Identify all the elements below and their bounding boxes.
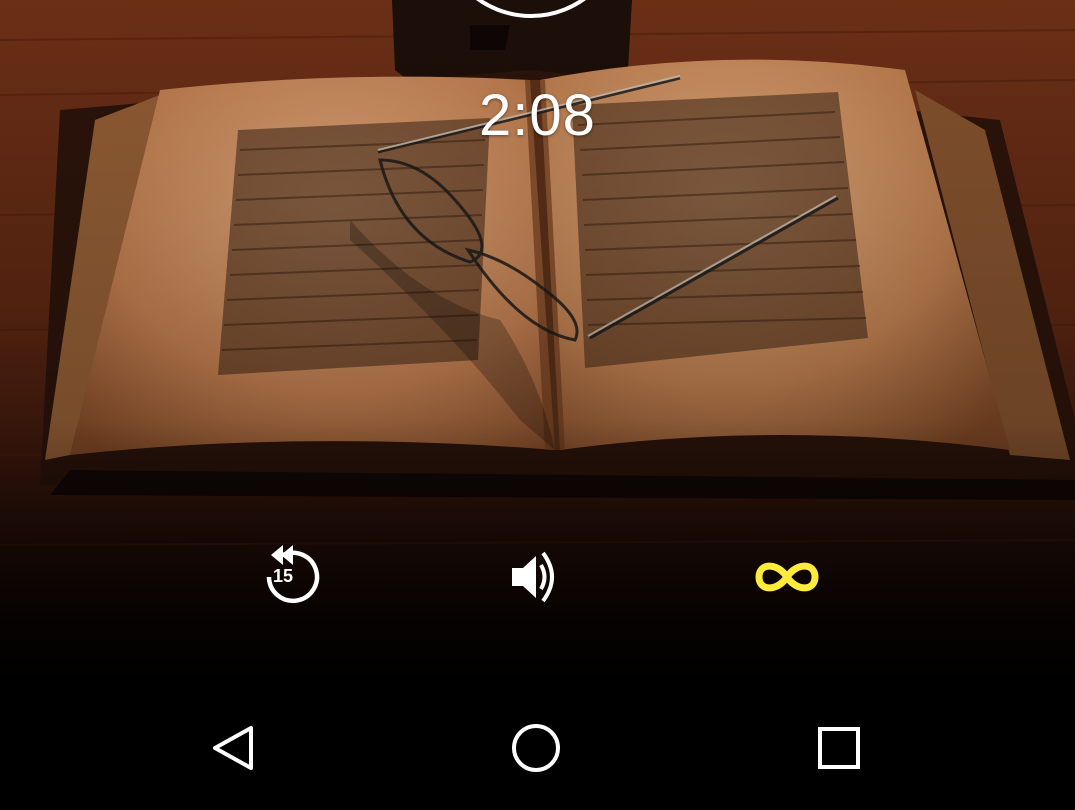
replay-seconds-label: 15 — [272, 566, 294, 586]
audio-player-screen: 2:08 15 — [0, 0, 1075, 810]
system-navigation-bar — [0, 680, 1075, 810]
volume-icon — [512, 551, 554, 603]
loop-toggle-button[interactable] — [747, 537, 827, 617]
home-circle-icon — [512, 724, 560, 772]
infinity-loop-icon — [755, 562, 819, 592]
nav-home-button[interactable] — [496, 708, 576, 788]
back-triangle-icon — [213, 726, 253, 770]
recents-square-icon — [818, 727, 860, 769]
playback-timer: 2:08 — [479, 83, 596, 148]
replay-15-seconds-button[interactable]: 15 — [243, 537, 323, 617]
nav-recents-button[interactable] — [799, 708, 879, 788]
volume-button[interactable] — [496, 537, 576, 617]
nav-back-button[interactable] — [193, 708, 273, 788]
